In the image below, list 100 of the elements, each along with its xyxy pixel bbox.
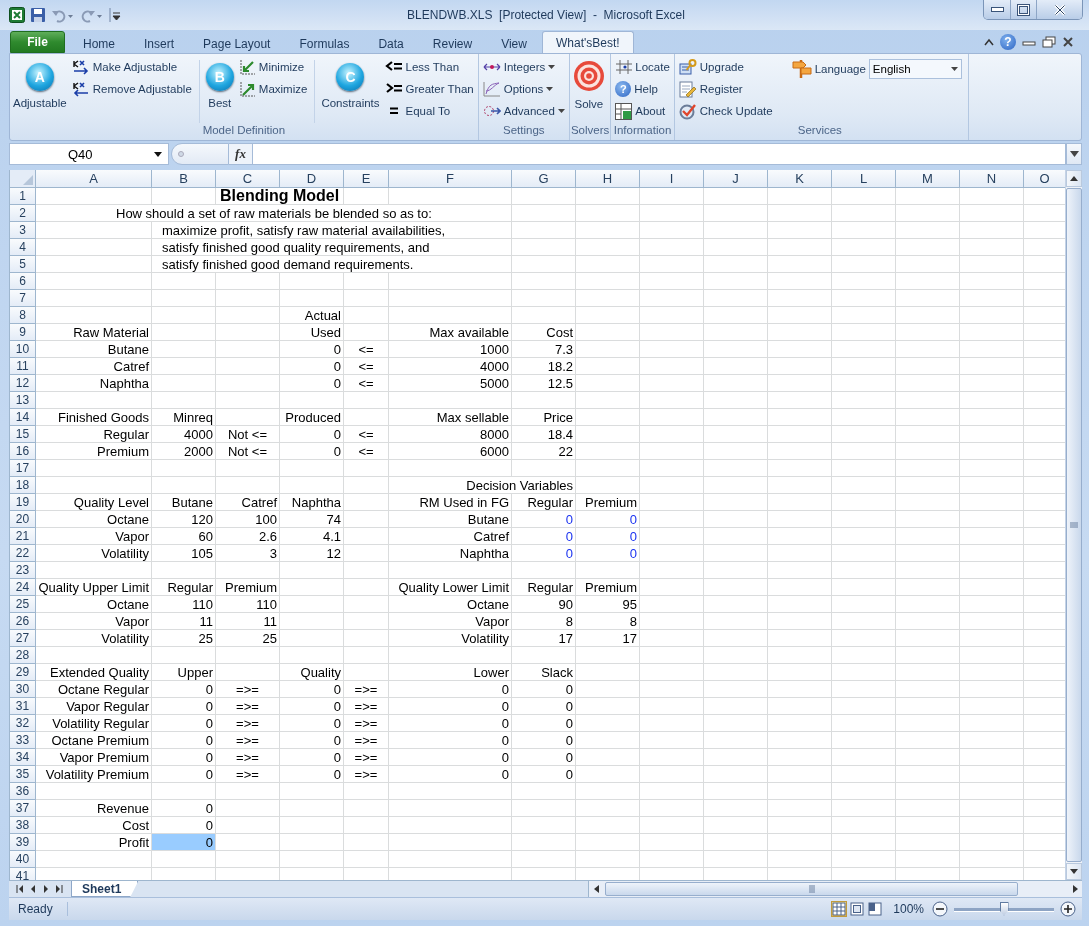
table-cell[interactable]: Naphtha <box>36 375 152 392</box>
table-cell[interactable]: =>= <box>344 732 389 749</box>
table-cell[interactable]: <= <box>344 375 389 392</box>
ribbon-tab[interactable]: Page Layout <box>189 33 285 53</box>
row-header[interactable]: 12 <box>10 375 36 392</box>
row-header[interactable]: 19 <box>10 494 36 511</box>
column-header[interactable]: E <box>344 170 389 188</box>
row-header[interactable]: 41 <box>10 868 36 880</box>
table-cell[interactable]: 0 <box>512 715 576 732</box>
table-cell[interactable]: Vapor Regular <box>36 698 152 715</box>
horizontal-scrollbar[interactable] <box>588 881 1082 897</box>
select-all-icon[interactable] <box>23 175 33 185</box>
ribbon-button[interactable]: ? Help <box>613 78 672 100</box>
table-cell[interactable]: 95 <box>576 596 640 613</box>
table-cell[interactable]: Butane <box>389 511 512 528</box>
row-header[interactable]: 33 <box>10 732 36 749</box>
table-cell[interactable]: Decision Variables <box>389 477 576 494</box>
table-cell[interactable]: 60 <box>152 528 216 545</box>
row-header[interactable]: 21 <box>10 528 36 545</box>
table-cell[interactable]: Regular <box>152 579 216 596</box>
table-cell[interactable]: 110 <box>152 596 216 613</box>
row-header[interactable]: 4 <box>10 239 36 256</box>
table-cell[interactable]: Quality Level <box>36 494 152 511</box>
table-cell[interactable]: Volatility Regular <box>36 715 152 732</box>
table-cell[interactable]: 11 <box>152 613 216 630</box>
table-cell[interactable]: How should a set of raw materials be blended so as to: <box>36 205 512 222</box>
language-dropdown[interactable]: English <box>868 59 962 79</box>
table-cell[interactable]: 74 <box>280 511 344 528</box>
column-header[interactable]: D <box>280 170 344 188</box>
restore-icon[interactable] <box>1042 36 1056 48</box>
maximize-button[interactable] <box>1010 0 1036 19</box>
table-cell[interactable]: Not <= <box>216 443 280 460</box>
table-cell[interactable]: Regular <box>36 426 152 443</box>
row-header[interactable]: 11 <box>10 358 36 375</box>
page-break-button[interactable] <box>867 901 884 917</box>
table-cell[interactable]: 4000 <box>152 426 216 443</box>
table-cell[interactable]: Not <= <box>216 426 280 443</box>
row-header[interactable]: 37 <box>10 800 36 817</box>
table-cell[interactable]: 0 <box>152 834 216 851</box>
formula-handle[interactable] <box>171 143 229 165</box>
table-cell[interactable]: Regular <box>512 579 576 596</box>
table-cell[interactable]: Raw Material <box>36 324 152 341</box>
table-cell[interactable]: Max available <box>389 324 512 341</box>
table-cell[interactable]: Vapor <box>36 528 152 545</box>
table-cell[interactable]: Volatility Premium <box>36 766 152 783</box>
table-cell[interactable]: 105 <box>152 545 216 562</box>
table-cell[interactable]: 0 <box>389 698 512 715</box>
ribbon-button[interactable]: Integers <box>480 56 567 78</box>
ribbon-button[interactable]: Equal To <box>382 100 476 122</box>
table-cell[interactable]: 0 <box>389 681 512 698</box>
table-cell[interactable]: =>= <box>216 732 280 749</box>
table-cell[interactable]: satisfy finished good demand requirements. <box>152 256 512 273</box>
column-header[interactable]: N <box>960 170 1024 188</box>
scroll-down-button[interactable] <box>1066 863 1082 880</box>
row-header[interactable]: 15 <box>10 426 36 443</box>
table-cell[interactable]: 6000 <box>389 443 512 460</box>
table-cell[interactable]: 0 <box>280 426 344 443</box>
table-cell[interactable]: 0 <box>152 766 216 783</box>
row-header[interactable]: 7 <box>10 290 36 307</box>
ribbon-button[interactable]: Solve <box>570 56 607 123</box>
row-header[interactable]: 3 <box>10 222 36 239</box>
table-cell[interactable]: 0 <box>389 766 512 783</box>
column-header[interactable]: O <box>1024 170 1065 188</box>
table-cell[interactable]: 0 <box>152 800 216 817</box>
table-cell[interactable]: 0 <box>152 698 216 715</box>
row-header[interactable]: 2 <box>10 205 36 222</box>
table-cell[interactable]: RM Used in FG <box>389 494 512 511</box>
column-header[interactable]: G <box>512 170 576 188</box>
table-cell[interactable]: 0 <box>280 715 344 732</box>
table-cell[interactable]: 0 <box>280 766 344 783</box>
ribbon-button[interactable]: Less Than <box>382 56 476 78</box>
row-header[interactable]: 16 <box>10 443 36 460</box>
column-header[interactable]: M <box>896 170 960 188</box>
table-cell[interactable]: 0 <box>280 681 344 698</box>
row-header[interactable]: 23 <box>10 562 36 579</box>
row-header[interactable]: 40 <box>10 851 36 868</box>
table-cell[interactable]: Revenue <box>36 800 152 817</box>
table-cell[interactable]: Premium <box>216 579 280 596</box>
ribbon-button[interactable]: Make Adjustable <box>69 56 194 78</box>
zoom-out-icon[interactable] <box>932 901 948 917</box>
table-cell[interactable]: 0 <box>280 341 344 358</box>
row-header[interactable]: 31 <box>10 698 36 715</box>
ribbon-tab[interactable]: Insert <box>130 33 189 53</box>
insert-function-button[interactable]: fx <box>229 143 253 165</box>
table-cell[interactable]: Vapor <box>389 613 512 630</box>
table-cell[interactable]: Quality Upper Limit <box>36 579 152 596</box>
table-cell[interactable]: =>= <box>344 749 389 766</box>
row-header[interactable]: 28 <box>10 647 36 664</box>
table-cell[interactable]: 0 <box>576 511 640 528</box>
table-cell[interactable]: Volatility <box>36 630 152 647</box>
normal-view-button[interactable] <box>831 901 848 917</box>
ribbon-button[interactable]: Check Update <box>676 100 775 122</box>
table-cell[interactable]: 0 <box>280 732 344 749</box>
ribbon-button[interactable]: Greater Than <box>382 78 476 100</box>
table-cell[interactable]: Premium <box>576 494 640 511</box>
ribbon-button[interactable]: Remove Adjustable <box>69 78 194 100</box>
table-cell[interactable]: satisfy finished good quality requirements, and <box>152 239 512 256</box>
table-cell[interactable]: 0 <box>512 698 576 715</box>
zoom-level[interactable]: 100% <box>893 902 924 916</box>
row-header[interactable]: 34 <box>10 749 36 766</box>
